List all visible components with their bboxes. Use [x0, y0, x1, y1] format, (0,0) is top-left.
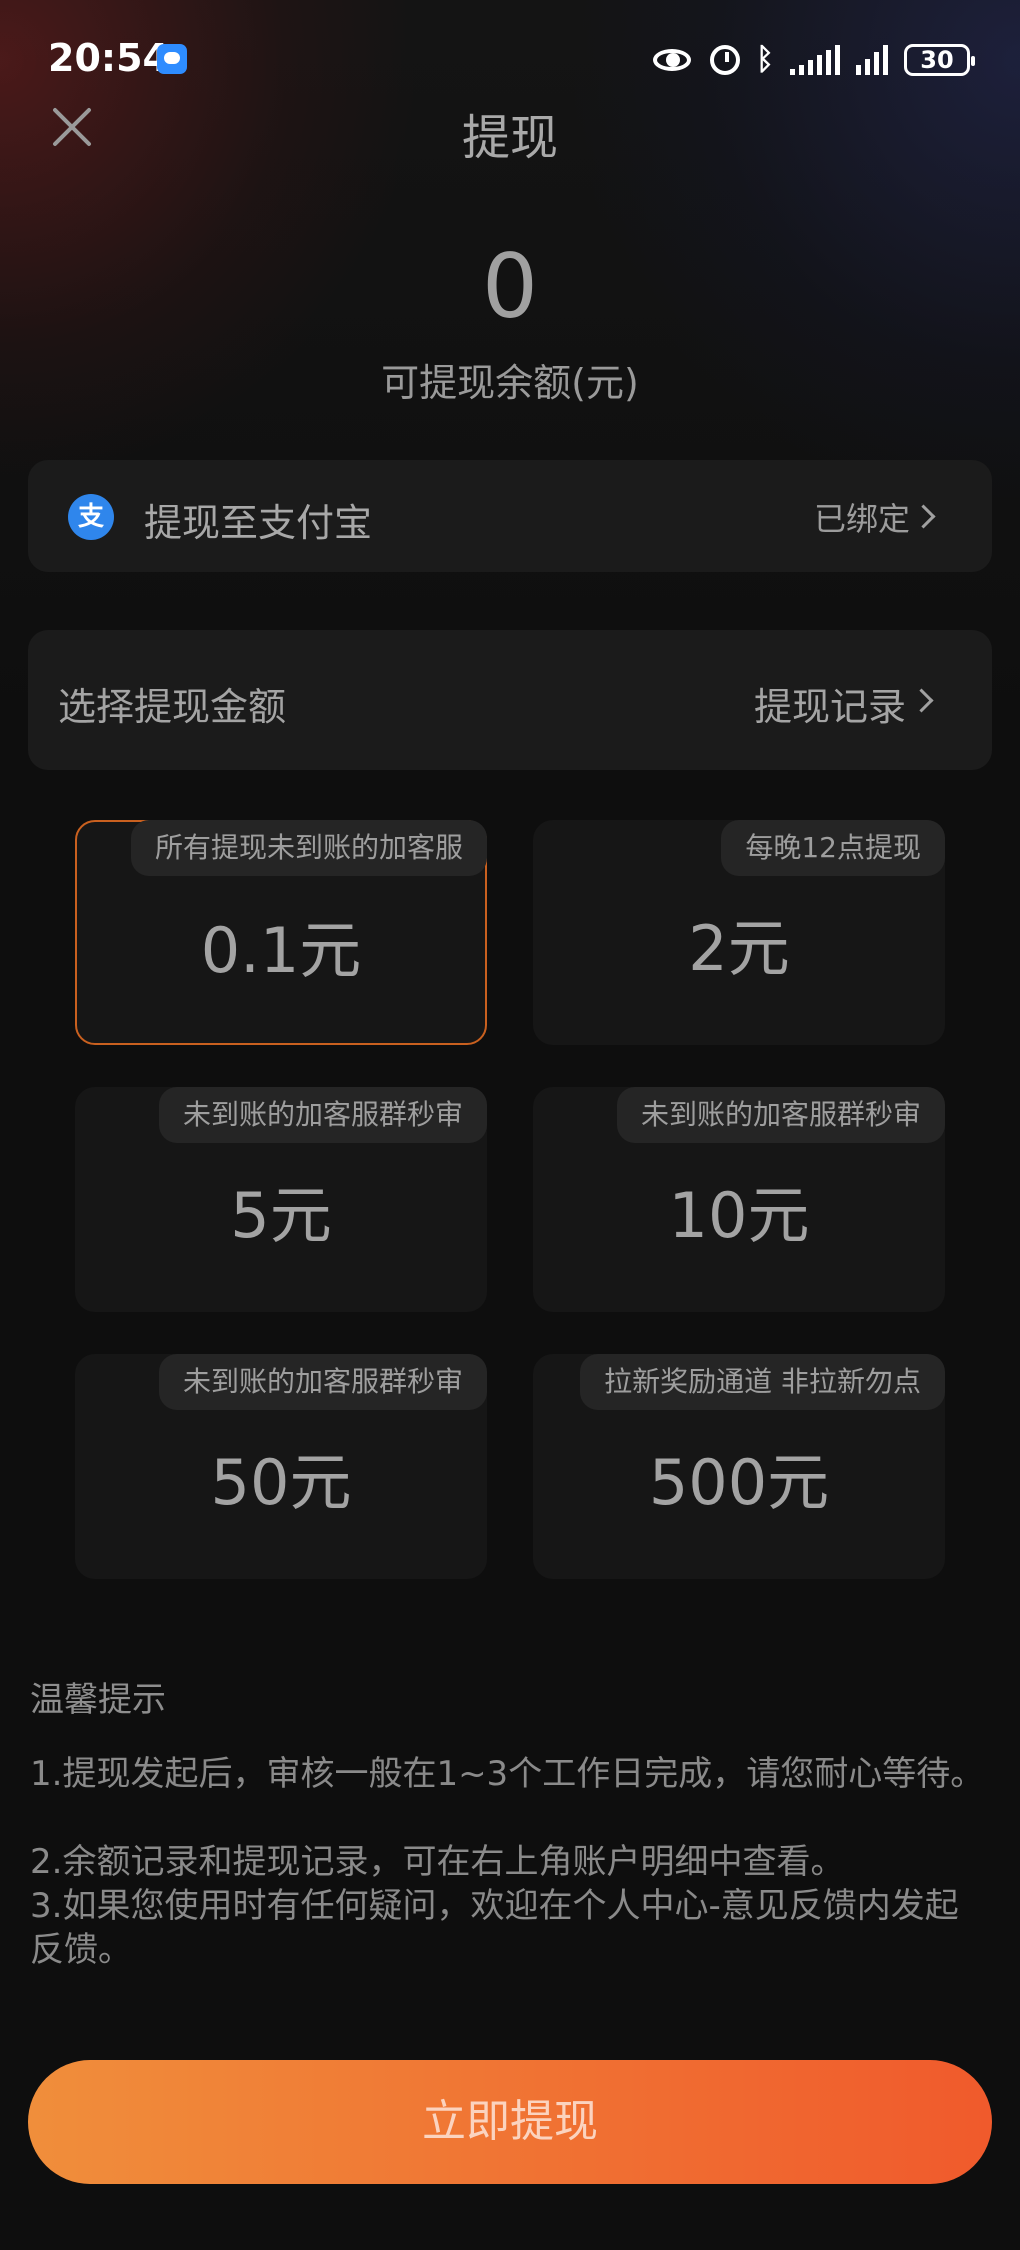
option-tag: 所有提现未到账的加客服 [130, 820, 487, 876]
option-tag: 未到账的加客服群秒审 [158, 1087, 487, 1143]
option-value: 50元 [210, 1446, 352, 1519]
status-icons: ᛒ 30 [652, 38, 975, 82]
amount-option[interactable]: 每晚12点提现 2元 [533, 820, 945, 1045]
amount-option[interactable]: 拉新奖励通道 非拉新勿点 500元 [533, 1354, 945, 1579]
tips-line: 2.余额记录和提现记录，可在右上角账户明细中查看。 [30, 1842, 845, 1882]
amount-section-header: 选择提现金额 提现记录 [28, 630, 992, 770]
alarm-icon [710, 45, 740, 75]
alipay-label: 提现至支付宝 [144, 501, 373, 545]
amount-option[interactable]: 未到账的加客服群秒审 10元 [533, 1087, 945, 1312]
page-title: 提现 [461, 110, 558, 166]
balance-label: 可提现余额(元) [381, 361, 639, 405]
status-bar: 20:54 ᛒ 30 [0, 30, 1020, 90]
amount-option[interactable]: 未到账的加客服群秒审 5元 [75, 1087, 487, 1312]
status-time: 20:54 [48, 36, 169, 80]
message-app-icon [157, 44, 187, 74]
tips-line: 3.如果您使用时有任何疑问，欢迎在个人中心-意见反馈内发起反馈。 [30, 1886, 959, 1970]
amount-option[interactable]: 未到账的加客服群秒审 50元 [75, 1354, 487, 1579]
withdraw-page: 20:54 ᛒ 30 提现 0 可提现余额(元) 支 提现至支付宝 已绑定 选择… [0, 0, 1020, 2250]
alipay-account-row[interactable]: 支 提现至支付宝 已绑定 [28, 460, 992, 572]
amount-option[interactable]: 所有提现未到账的加客服 0.1元 [75, 820, 487, 1045]
signal-icon-1 [790, 45, 840, 75]
battery-icon: 30 [904, 44, 975, 76]
option-tag: 拉新奖励通道 非拉新勿点 [580, 1354, 945, 1410]
alipay-icon: 支 [68, 494, 114, 540]
tips-title: 温馨提示 [30, 1680, 166, 1720]
alipay-bound-status: 已绑定 [813, 500, 910, 538]
chevron-right-icon [911, 504, 936, 529]
option-tag: 每晚12点提现 [721, 820, 945, 876]
option-value: 10元 [668, 1179, 810, 1252]
option-tag: 未到账的加客服群秒审 [158, 1354, 487, 1410]
option-tag: 未到账的加客服群秒审 [616, 1087, 945, 1143]
option-value: 5元 [230, 1179, 332, 1252]
chevron-right-icon [909, 688, 934, 713]
amount-section-label: 选择提现金额 [58, 685, 287, 729]
tips-line: 1.提现发起后，审核一般在1~3个工作日完成，请您耐心等待。 [30, 1754, 985, 1794]
option-value: 0.1元 [200, 914, 362, 987]
option-value: 500元 [648, 1446, 830, 1519]
withdraw-record-link[interactable]: 提现记录 [754, 676, 906, 731]
withdraw-now-button[interactable]: 立即提现 [28, 2060, 992, 2184]
balance-value: 0 [482, 235, 538, 338]
eye-icon [652, 46, 694, 74]
bluetooth-icon: ᛒ [756, 42, 774, 77]
signal-icon-2 [856, 45, 888, 75]
option-value: 2元 [688, 912, 790, 985]
